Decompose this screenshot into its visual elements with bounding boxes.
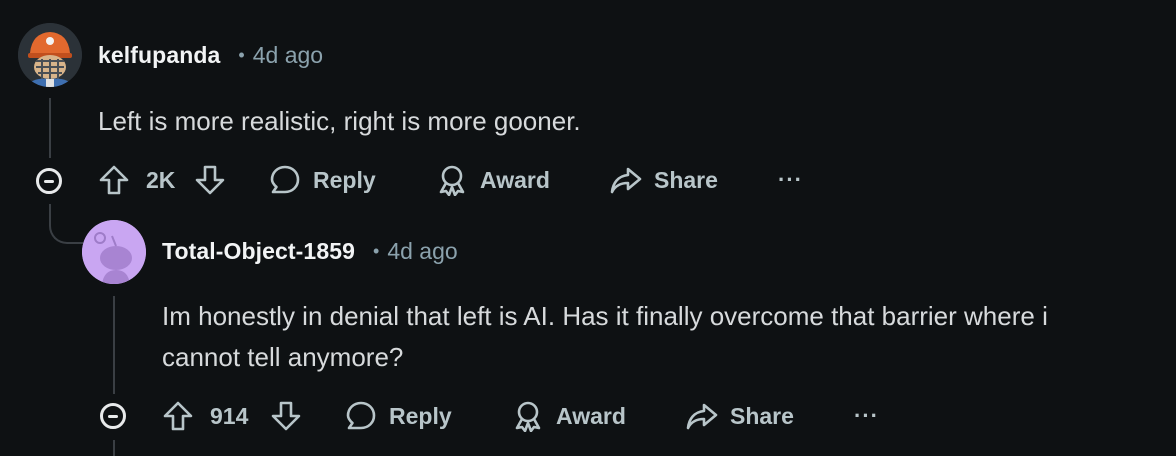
upvote-button[interactable]: [162, 396, 194, 436]
upvote-arrow-icon: [99, 165, 129, 195]
downvote-button[interactable]: [194, 160, 226, 200]
reply-button[interactable]: Reply: [269, 160, 376, 200]
username[interactable]: Total-Object-1859: [162, 238, 355, 265]
award-label: Award: [480, 166, 550, 193]
share-arrow-icon: [686, 403, 718, 430]
snoo-avatar-image: [82, 220, 146, 284]
award-ribbon-icon: [515, 401, 541, 432]
avatar-image: [18, 23, 82, 87]
reply-body-line-2: cannot tell anymore?: [162, 342, 404, 372]
avatar-total-object-1859[interactable]: [82, 220, 146, 284]
downvote-button[interactable]: [270, 396, 302, 436]
timestamp[interactable]: 4d ago: [253, 42, 323, 69]
award-label: Award: [556, 402, 626, 429]
reply-body: Im honestly in denial that left is AI. H…: [162, 296, 1048, 378]
separator-dot: •: [373, 240, 380, 261]
thread-line-reply[interactable]: [113, 296, 115, 394]
reply-header: Total-Object-1859 • 4d ago: [162, 235, 458, 267]
speech-bubble-icon: [270, 165, 300, 194]
reply-actions: 914 Reply Award Share ···: [0, 396, 1176, 436]
separator-dot: •: [238, 44, 245, 65]
more-options-button[interactable]: ···: [778, 160, 803, 200]
score-count: 2K: [146, 166, 176, 193]
share-button[interactable]: Share: [610, 160, 718, 200]
award-button[interactable]: Award: [512, 396, 626, 436]
comment-actions: 2K Reply Award Share ···: [0, 160, 1176, 200]
vote-score: 2K: [146, 160, 175, 200]
score-count: 914: [210, 402, 249, 429]
thread-elbow: [49, 212, 83, 244]
share-button[interactable]: Share: [686, 396, 794, 436]
reply-body-line-1: Im honestly in denial that left is AI. H…: [162, 301, 1048, 331]
reply-label: Reply: [389, 402, 452, 429]
upvote-button[interactable]: [98, 160, 130, 200]
comment-header: kelfupanda • 4d ago: [98, 39, 323, 71]
avatar-kelfupanda[interactable]: [18, 23, 82, 87]
share-arrow-icon: [610, 167, 642, 194]
username[interactable]: kelfupanda: [98, 42, 220, 69]
reply-button[interactable]: Reply: [345, 396, 452, 436]
share-label: Share: [654, 166, 718, 193]
share-label: Share: [730, 402, 794, 429]
award-ribbon-icon: [439, 165, 465, 196]
timestamp[interactable]: 4d ago: [387, 238, 457, 265]
upvote-arrow-icon: [163, 401, 193, 431]
more-options-button[interactable]: ···: [854, 396, 879, 436]
downvote-arrow-icon: [195, 165, 225, 195]
thread-line-main[interactable]: [49, 98, 51, 158]
speech-bubble-icon: [346, 401, 376, 430]
award-button[interactable]: Award: [436, 160, 550, 200]
vote-score: 914: [210, 396, 248, 436]
reply-label: Reply: [313, 166, 376, 193]
thread-line-reply-lower[interactable]: [113, 440, 115, 456]
comment-body: Left is more realistic, right is more go…: [98, 106, 581, 136]
downvote-arrow-icon: [271, 401, 301, 431]
